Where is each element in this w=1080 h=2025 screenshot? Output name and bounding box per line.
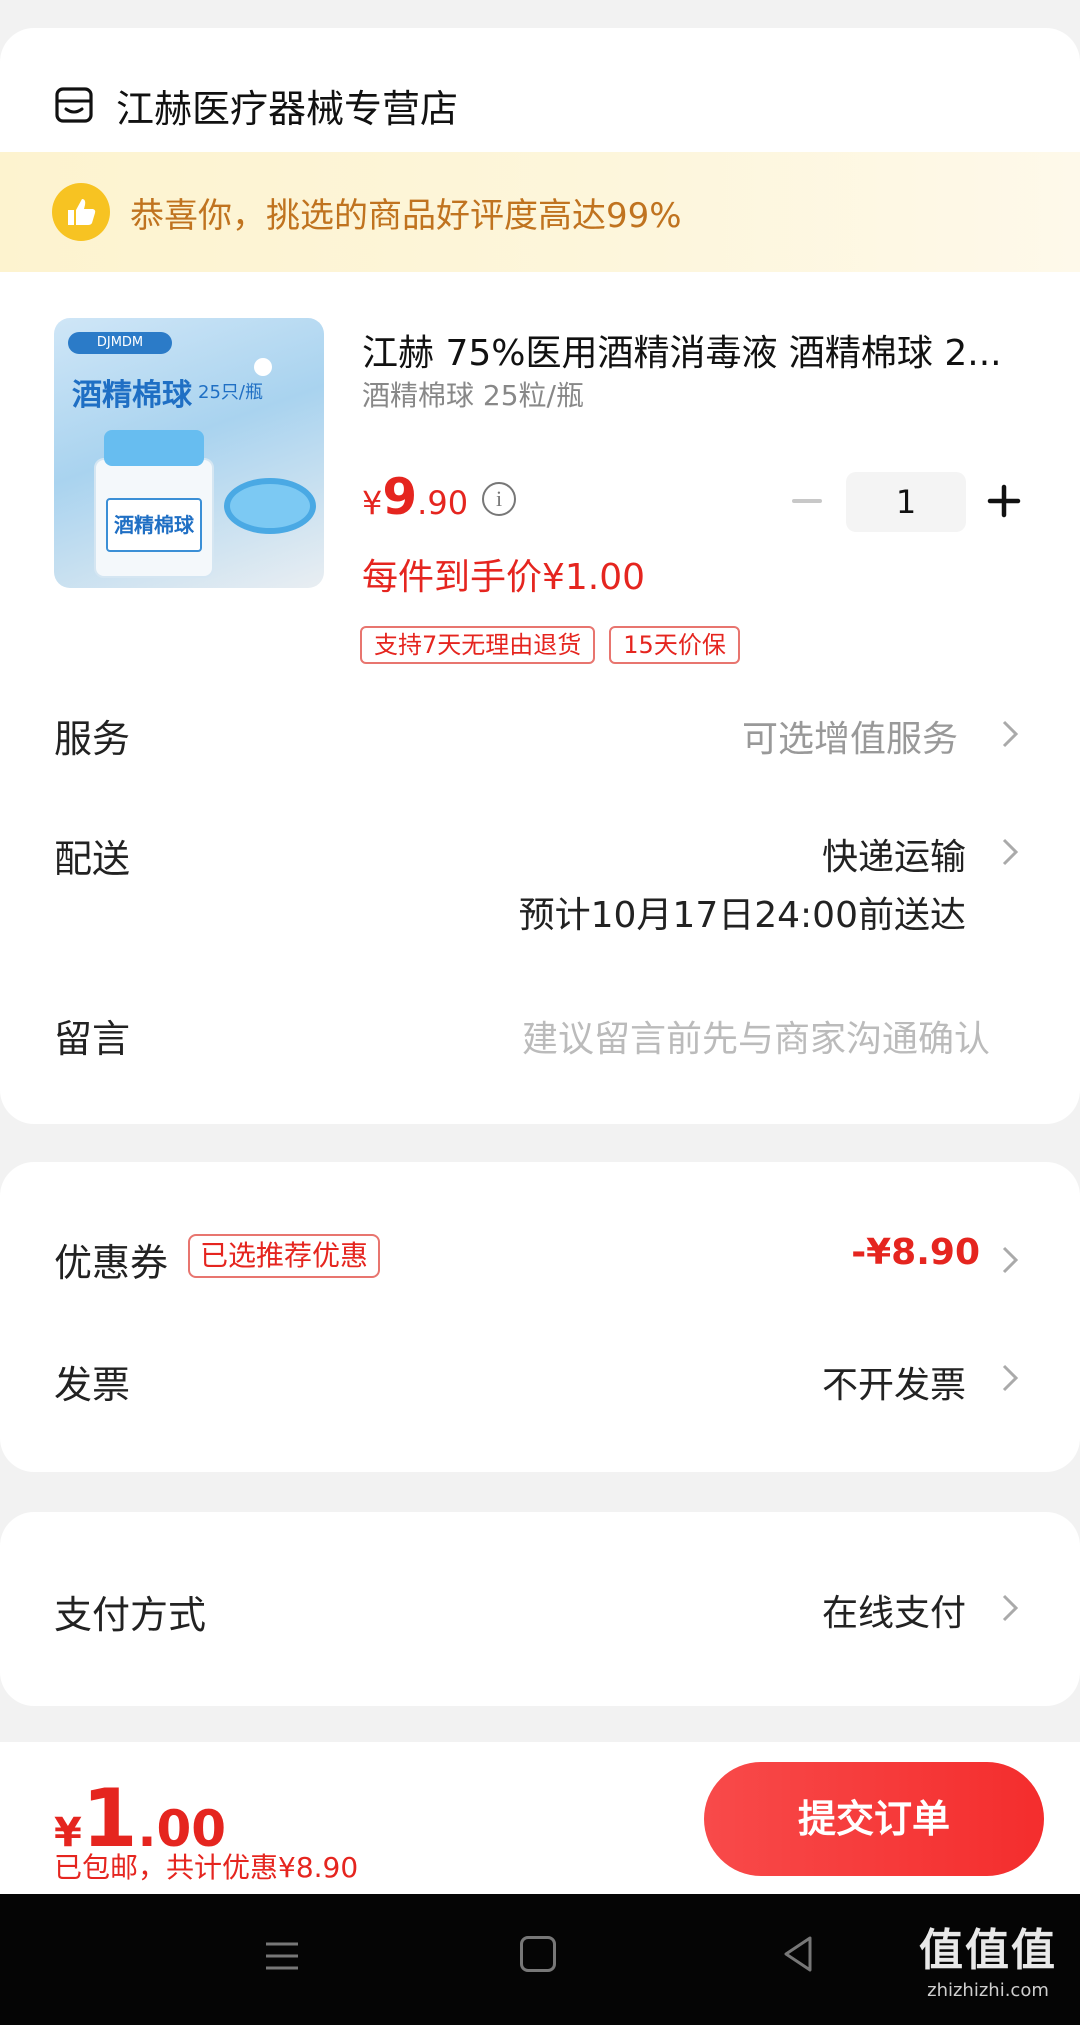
rating-banner: 恭喜你，挑选的商品好评度高达99% — [0, 152, 1080, 272]
product-image[interactable]: DJMDM 酒精棉球 25只/瓶 酒精棉球 — [54, 318, 324, 588]
jar-cap — [104, 430, 204, 466]
jar-label: 酒精棉球 — [106, 498, 202, 552]
watermark-url: zhizhizhi.com — [927, 1980, 1049, 2001]
product-title[interactable]: 江赫 75%医用酒精消毒液 酒精棉球 2... — [362, 324, 1022, 376]
checkout-bar: ¥ 1 .00 已包邮，共计优惠¥8.90 提交订单 — [0, 1742, 1080, 1894]
shop-header[interactable]: 江赫医疗器械专营店 — [54, 70, 458, 140]
message-label: 留言 — [54, 1017, 131, 1061]
chevron-right-icon — [1002, 720, 1019, 748]
invoice-label: 发票 — [54, 1363, 131, 1407]
menu-icon[interactable] — [262, 1936, 302, 1976]
order-card: 江赫医疗器械专营店 恭喜你，挑选的商品好评度高达99% DJMDM 酒精棉球 2… — [0, 28, 1080, 1124]
coupon-value: -¥8.90 — [851, 1232, 980, 1273]
service-label: 服务 — [54, 717, 131, 761]
payment-label: 支付方式 — [54, 1593, 207, 1637]
minus-icon — [792, 499, 822, 503]
coupon-label: 优惠券 — [54, 1241, 169, 1285]
store-icon — [55, 87, 93, 123]
chevron-right-icon — [1002, 838, 1019, 866]
quantity-input[interactable]: 1 — [846, 472, 966, 532]
invoice-value: 不开发票 — [821, 1365, 966, 1406]
service-tags: 支持7天无理由退货 15天价保 — [360, 626, 754, 664]
discount-card: 优惠券 已选推荐优惠 -¥8.90 发票 不开发票 — [0, 1162, 1080, 1472]
payment-value: 在线支付 — [821, 1593, 966, 1634]
thumbs-up-icon — [52, 183, 110, 241]
total-note: 已包邮，共计优惠¥8.90 — [54, 1851, 359, 1884]
jar-lid — [224, 478, 316, 534]
back-icon[interactable] — [780, 1934, 816, 1974]
chevron-right-icon — [1002, 1594, 1019, 1622]
delivery-label: 配送 — [54, 837, 131, 881]
product-spec[interactable]: 酒精棉球 25粒/瓶 — [362, 374, 584, 414]
watermark: 值值值 zhizhizhi.com — [908, 1914, 1068, 2001]
quantity-decrease-button[interactable] — [786, 470, 828, 532]
quantity-increase-button[interactable] — [982, 470, 1026, 532]
price-decimal: .90 — [417, 484, 469, 522]
price-currency: ¥ — [362, 484, 383, 522]
home-icon[interactable] — [520, 1936, 556, 1972]
rating-banner-text: 恭喜你，挑选的商品好评度高达99% — [130, 195, 682, 236]
delivery-eta: 预计10月17日24:00前送达 — [518, 895, 966, 936]
submit-order-button[interactable]: 提交订单 — [704, 1762, 1044, 1876]
net-price: 每件到手价¥1.00 — [362, 557, 646, 598]
price-integer: 9 — [382, 468, 418, 526]
tag-return: 支持7天无理由退货 — [360, 626, 596, 664]
delivery-value: 快递运输 — [821, 837, 966, 878]
tag-price-protect: 15天价保 — [609, 626, 740, 664]
product-image-subtitle: 25只/瓶 — [198, 382, 263, 403]
plus-icon — [987, 484, 1021, 518]
shop-name: 江赫医疗器械专营店 — [116, 86, 459, 131]
cotton-drop — [254, 358, 272, 376]
coupon-tag: 已选推荐优惠 — [188, 1234, 381, 1278]
message-input[interactable]: 建议留言前先与商家沟通确认 — [522, 1010, 990, 1062]
info-icon[interactable]: i — [482, 482, 516, 516]
system-nav-bar: 值值值 zhizhizhi.com — [0, 1894, 1080, 2025]
product-image-title: 酒精棉球 — [72, 378, 192, 413]
watermark-logo: 值值值 — [919, 1925, 1057, 1976]
chevron-right-icon — [1002, 1246, 1019, 1274]
service-value: 可选增值服务 — [741, 719, 958, 760]
product-price: ¥ 9 .90 — [362, 468, 468, 526]
product-image-brand: DJMDM — [68, 332, 172, 354]
payment-card: 支付方式 在线支付 — [0, 1512, 1080, 1706]
chevron-right-icon — [1002, 1364, 1019, 1392]
